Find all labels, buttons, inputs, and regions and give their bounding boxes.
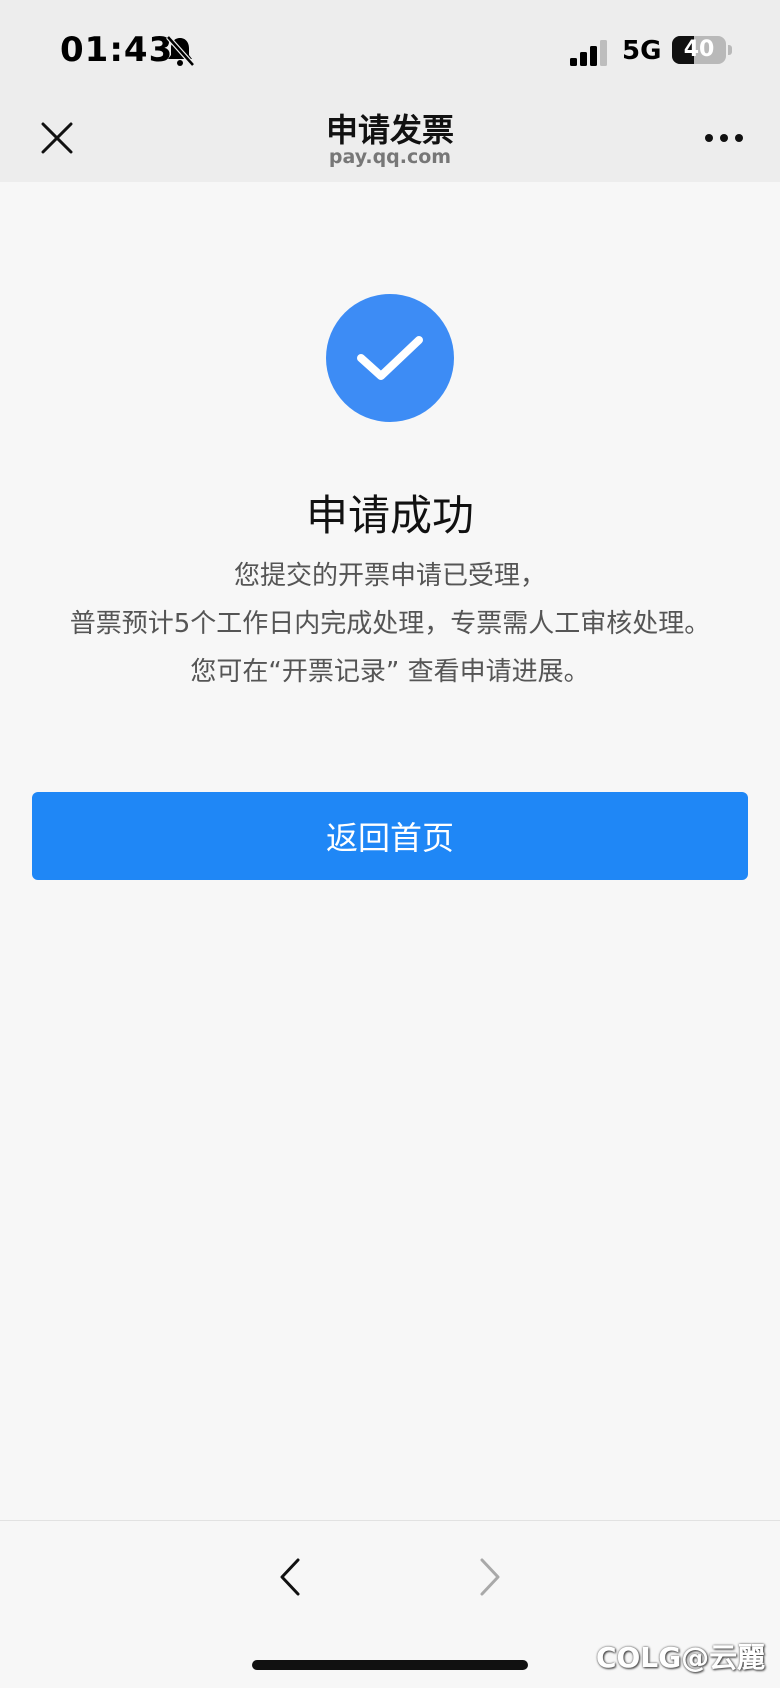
battery-cap	[728, 45, 732, 55]
result-line: 您可在“开票记录” 查看申请进展。	[190, 657, 590, 687]
watermark: COLG@云麗	[596, 1641, 766, 1674]
forward-chevron-icon	[480, 1558, 500, 1596]
nav-bar: 申请发票 pay.qq.com	[0, 95, 780, 182]
signal-icon	[570, 40, 607, 66]
result-line: 普票预计5个工作日内完成处理，专票需人工审核处理。	[69, 609, 711, 639]
more-icon	[705, 134, 743, 142]
more-button[interactable]	[696, 115, 752, 161]
page-title: 申请发票	[325, 111, 454, 149]
result-title: 申请成功	[305, 491, 474, 540]
network-label: 5G	[622, 36, 662, 66]
back-button[interactable]	[270, 1551, 310, 1603]
page-domain: pay.qq.com	[328, 146, 452, 168]
back-chevron-icon	[280, 1558, 300, 1596]
battery-icon: 40	[672, 36, 726, 64]
result-description: 您提交的开票申请已受理， 普票预计5个工作日内完成处理，专票需人工审核处理。 您…	[20, 552, 760, 696]
result-line: 您提交的开票申请已受理，	[233, 561, 546, 591]
check-circle-icon	[326, 294, 454, 422]
home-indicator[interactable]	[252, 1660, 528, 1670]
check-icon	[357, 336, 423, 380]
status-bar: 01:43 5G 40	[0, 0, 780, 95]
forward-button[interactable]	[470, 1551, 510, 1603]
bell-muted-icon	[166, 35, 195, 67]
battery-level: 40	[683, 37, 715, 62]
status-time: 01:43	[60, 30, 174, 70]
return-home-button[interactable]: 返回首页	[32, 792, 748, 880]
